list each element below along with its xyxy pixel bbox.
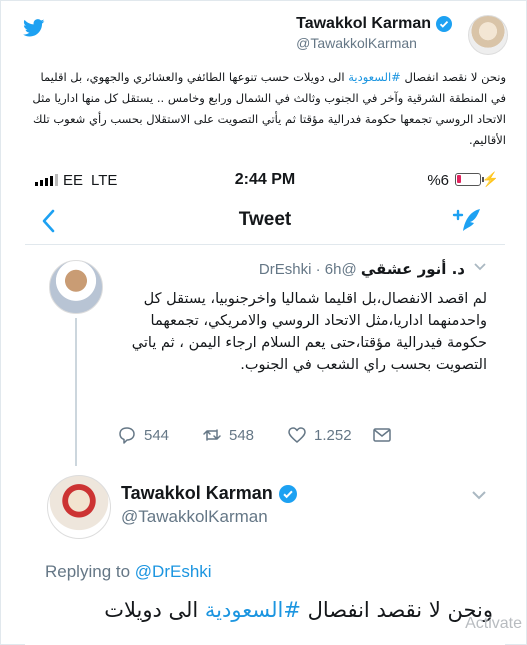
tweet-nav-bar: Tweet: [25, 199, 505, 245]
top-author-avatar[interactable]: [468, 15, 508, 55]
like-count: 1.252: [314, 426, 352, 444]
parent-tweet-text: لم اقصد الانفصال،بل اقليما شماليا واخرجن…: [131, 291, 487, 373]
parent-tweet-actions: 544 548 1.252: [117, 422, 457, 448]
parent-tweet[interactable]: د. أنور عشقي @DrEshki · 6h لم اقصد الانف…: [25, 246, 505, 466]
dreshki-name[interactable]: د. أنور عشقي: [361, 260, 465, 278]
chevron-down-icon[interactable]: [473, 260, 487, 274]
main-tweet-text: ونحن لا نقصد انفصال #السعودية الى دويلات: [45, 593, 493, 645]
compose-tweet-icon[interactable]: [451, 207, 483, 235]
top-author-handle[interactable]: @TawakkolKarman: [296, 35, 452, 51]
verified-badge-icon: [436, 16, 452, 32]
top-tweet-text: ونحن لا نقصد انفصال #السعودية الى دويلات…: [23, 67, 506, 151]
tawakkol-avatar[interactable]: [47, 475, 111, 539]
retweet-icon: [203, 429, 221, 441]
reply-count: 544: [144, 426, 170, 444]
heart-icon: [288, 427, 306, 443]
like-action[interactable]: 1.252: [287, 422, 372, 448]
main-author-handle[interactable]: @TawakkolKarman: [121, 507, 268, 527]
verified-badge-icon: [278, 484, 297, 503]
retweet-action[interactable]: 548: [202, 422, 287, 448]
top-hashtag-link[interactable]: #السعودية: [348, 70, 401, 84]
twitter-bird-icon[interactable]: [23, 19, 45, 37]
top-tweet-header: Tawakkol Karman @TawakkolKarman: [1, 1, 527, 63]
top-author[interactable]: Tawakkol Karman @TawakkolKarman: [296, 15, 452, 51]
replying-prefix: Replying to: [45, 562, 135, 581]
chevron-down-icon[interactable]: [471, 487, 487, 503]
main-author[interactable]: Tawakkol Karman: [121, 483, 297, 504]
main-text-part-2: الى دويلات: [104, 598, 205, 622]
battery-icon: [455, 173, 481, 186]
thread-connector-line: [75, 318, 77, 466]
charging-bolt-icon: ⚡: [481, 171, 499, 187]
reply-icon: [119, 427, 135, 444]
embedded-phone-screenshot: EE LTE 2:44 PM %6 ⚡ Tweet د. أنور عشقي @…: [25, 161, 505, 645]
dreshki-handle[interactable]: @DrEshki: [259, 261, 357, 278]
dreshki-avatar[interactable]: [49, 260, 103, 314]
envelope-icon: [373, 428, 391, 442]
replying-to-mention[interactable]: @DrEshki: [135, 562, 212, 581]
battery-percent: %6: [427, 172, 449, 189]
replying-to-line: Replying to @DrEshki: [45, 562, 212, 582]
tweet-screenshot-frame: Tawakkol Karman @TawakkolKarman ونحن لا …: [0, 0, 527, 645]
retweet-count: 548: [229, 426, 255, 444]
main-author-name[interactable]: Tawakkol Karman: [121, 483, 273, 504]
top-text-part-1: ونحن لا نقصد انفصال: [400, 70, 506, 84]
reply-action[interactable]: 544: [117, 422, 202, 448]
activate-windows-watermark: Activate: [465, 615, 522, 632]
parent-tweet-header: د. أنور عشقي @DrEshki · 6h: [117, 260, 487, 282]
parent-tweet-time: · 6h: [315, 261, 342, 278]
nav-title: Tweet: [238, 209, 292, 230]
parent-tweet-meta: د. أنور عشقي @DrEshki · 6h: [259, 260, 465, 278]
top-author-name[interactable]: Tawakkol Karman: [296, 15, 431, 33]
status-bar: EE LTE 2:44 PM %6 ⚡: [25, 161, 505, 199]
message-action[interactable]: [372, 422, 457, 448]
main-tweet[interactable]: Tawakkol Karman @TawakkolKarman Replying…: [25, 467, 505, 645]
main-hashtag-link[interactable]: #السعودية: [205, 598, 301, 622]
